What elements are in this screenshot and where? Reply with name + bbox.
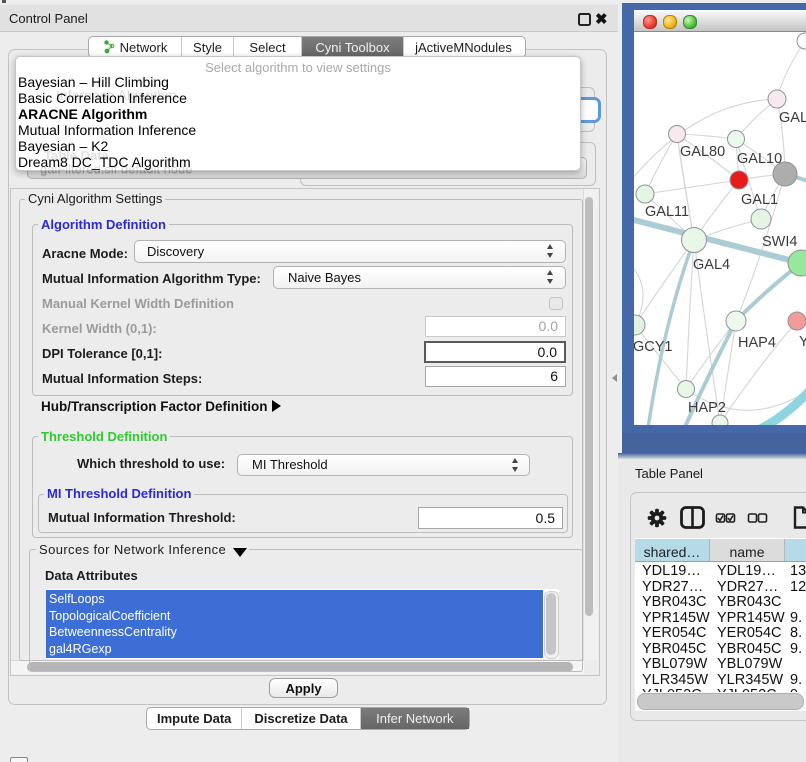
- svg-text:GAL7: GAL7: [779, 110, 806, 126]
- svg-text:GAL11: GAL11: [645, 204, 689, 220]
- svg-text:SWI4: SWI4: [762, 234, 797, 250]
- svg-text:GAL80: GAL80: [680, 144, 725, 160]
- svg-text:HAP2: HAP2: [688, 400, 726, 416]
- svg-text:GAL10: GAL10: [737, 151, 782, 167]
- svg-text:Y: Y: [799, 334, 806, 350]
- svg-text:HAP4: HAP4: [738, 335, 776, 351]
- svg-text:GAL1: GAL1: [741, 192, 778, 208]
- svg-text:GCY1: GCY1: [634, 339, 673, 355]
- svg-text:GAL4: GAL4: [693, 257, 730, 273]
